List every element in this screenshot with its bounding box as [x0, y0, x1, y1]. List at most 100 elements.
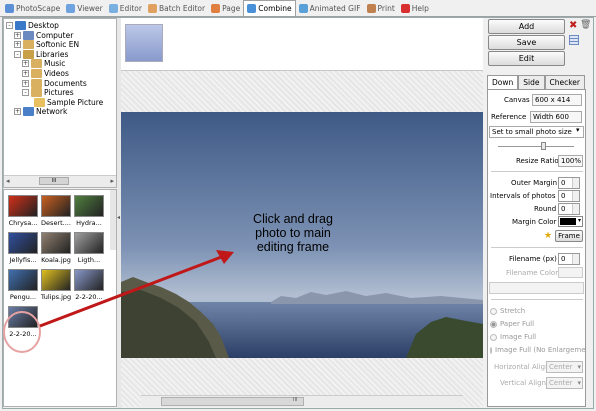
- tab-side[interactable]: Side: [518, 75, 545, 89]
- collapse-icon[interactable]: -: [14, 50, 21, 58]
- save-button[interactable]: Save: [488, 35, 565, 50]
- thumbnail-image[interactable]: [41, 232, 71, 254]
- thumbnail-image[interactable]: [74, 269, 104, 291]
- select-arrow-icon[interactable]: ▾: [576, 126, 580, 134]
- photo-thumbnail[interactable]: Chrysa...: [6, 195, 40, 227]
- frame-button[interactable]: Frame: [555, 230, 583, 242]
- tab-viewer[interactable]: Viewer: [63, 1, 106, 16]
- collapse-icon[interactable]: -: [6, 22, 13, 29]
- collapse-arrow-icon[interactable]: ◂: [117, 214, 120, 221]
- thumbnail-image[interactable]: [41, 195, 71, 217]
- down-settings-panel: Canvas 600 x 414 Reference Width 600 Set…: [487, 89, 586, 407]
- folder-icon: [34, 97, 45, 107]
- viewer-icon: [66, 4, 76, 13]
- tab-help[interactable]: Help: [398, 1, 432, 16]
- tab-label: Editor: [119, 4, 142, 13]
- thumbnail-image[interactable]: [8, 232, 38, 254]
- tab-down[interactable]: Down: [487, 75, 519, 89]
- slider-handle[interactable]: [541, 142, 546, 150]
- strip-photo-thumbnail[interactable]: [125, 24, 163, 62]
- filename-size-input[interactable]: 0: [558, 253, 580, 265]
- thumbnail-image[interactable]: [74, 232, 104, 254]
- tree-item[interactable]: + Softonic EN: [14, 40, 79, 50]
- clear-all-icon[interactable]: 🗑: [580, 20, 591, 30]
- radio-paper-full[interactable]: Paper Full: [490, 320, 534, 328]
- tab-print[interactable]: Print: [364, 1, 398, 16]
- tree-item[interactable]: - Pictures: [22, 88, 74, 98]
- tab-checker[interactable]: Checker: [544, 75, 586, 89]
- thumbnail-panel: Chrysa... Desert.... Hydra... Jellyfis... Ko…: [3, 189, 117, 407]
- canvas-scroll-thumb[interactable]: III: [293, 397, 297, 403]
- radio-stretch-dot[interactable]: [490, 307, 497, 315]
- thumbnail-vertical-scrollbar[interactable]: [110, 190, 116, 250]
- edit-button[interactable]: Edit: [488, 51, 565, 66]
- thumbnail-image[interactable]: [8, 269, 38, 291]
- add-button[interactable]: Add: [488, 19, 565, 34]
- intervals-input[interactable]: 0: [558, 190, 580, 202]
- tab-photoscape[interactable]: PhotoScape: [2, 1, 63, 16]
- tab-batch-editor[interactable]: Batch Editor: [145, 1, 208, 16]
- folder-tree[interactable]: ◂ III ▸ - Desktop + Computer + Softonic EN - Li…: [3, 18, 117, 188]
- tree-item[interactable]: + Network: [14, 107, 67, 117]
- photo-strip[interactable]: [121, 18, 483, 71]
- photo-thumbnail[interactable]: 2-2-20...: [72, 269, 106, 301]
- margin-color-picker[interactable]: ▾: [558, 216, 583, 227]
- expand-icon[interactable]: +: [22, 70, 29, 77]
- canvas-horizontal-scrollbar[interactable]: III: [141, 395, 463, 407]
- canvas-scroll-track[interactable]: [161, 397, 304, 406]
- thumbnail-image[interactable]: [8, 195, 38, 217]
- tab-editor[interactable]: Editor: [106, 1, 145, 16]
- size-preset-select[interactable]: Set to small photo size: [489, 126, 584, 138]
- photo-thumbnail[interactable]: Desert....: [39, 195, 73, 227]
- tree-item[interactable]: + Music: [22, 59, 65, 69]
- slider-track[interactable]: [498, 146, 574, 147]
- canvas-size-value: 600 x 414: [532, 94, 582, 106]
- outer-margin-input[interactable]: 0: [558, 177, 580, 189]
- radio-image-full-no-enlargement[interactable]: Image Full (No Enlargement): [490, 346, 586, 354]
- tab-combine[interactable]: Combine: [243, 0, 296, 16]
- tab-animated-gif[interactable]: Animated GIF: [296, 1, 364, 16]
- photo-thumbnail[interactable]: Koala.jpg: [39, 232, 73, 264]
- color-dropdown-icon[interactable]: ▾: [578, 217, 581, 224]
- radio-image-full-dot[interactable]: [490, 333, 497, 341]
- expand-icon[interactable]: +: [22, 60, 29, 68]
- tree-item[interactable]: - Desktop: [6, 21, 59, 30]
- thumbnail-image[interactable]: [74, 195, 104, 217]
- expand-icon[interactable]: +: [14, 31, 21, 39]
- radio-image-full-no-enlargement-dot[interactable]: [490, 346, 492, 354]
- tab-page[interactable]: Page: [208, 1, 243, 16]
- radio-image-full[interactable]: Image Full: [490, 333, 536, 341]
- photo-thumbnail[interactable]: Jellyfis...: [6, 232, 40, 264]
- tree-scroll-thumb[interactable]: III: [39, 177, 69, 185]
- scroll-left-icon[interactable]: ◂: [6, 177, 10, 185]
- photo-thumbnail[interactable]: 2-2-20...: [6, 306, 40, 338]
- tab-label: PhotoScape: [16, 4, 61, 13]
- list-view-icon[interactable]: [569, 35, 579, 45]
- collapse-icon[interactable]: -: [22, 89, 29, 97]
- tree-item[interactable]: + Videos: [22, 69, 69, 78]
- radio-stretch[interactable]: Stretch: [490, 307, 525, 315]
- vertical-align-select[interactable]: Center: [546, 377, 583, 389]
- star-icon[interactable]: ★: [544, 231, 552, 241]
- scroll-right-icon[interactable]: ▸: [110, 177, 114, 185]
- expand-icon[interactable]: +: [14, 108, 21, 116]
- expand-icon[interactable]: +: [14, 41, 21, 49]
- tree-item[interactable]: + Documents: [22, 78, 87, 88]
- photo-thumbnail[interactable]: Ligth...: [72, 232, 106, 264]
- filename-color-picker[interactable]: [558, 267, 583, 278]
- photo-thumbnail[interactable]: Tulips.jpg: [39, 269, 73, 301]
- thumbnail-image[interactable]: [8, 306, 38, 328]
- round-input[interactable]: 0: [558, 203, 580, 215]
- photo-thumbnail[interactable]: Hydra...: [72, 195, 106, 227]
- expand-icon[interactable]: +: [22, 79, 29, 87]
- thumbnail-image[interactable]: [41, 269, 71, 291]
- remove-icon[interactable]: ✖: [569, 20, 577, 31]
- tree-horizontal-scrollbar[interactable]: ◂ III ▸: [4, 175, 116, 187]
- tree-item[interactable]: Sample Picture: [34, 97, 103, 107]
- photo-thumbnail[interactable]: Pengu...: [6, 269, 40, 301]
- filename-font-box[interactable]: [489, 282, 584, 294]
- horizontal-align-select[interactable]: Center: [546, 361, 583, 373]
- radio-paper-full-dot[interactable]: [490, 320, 497, 328]
- tree-item[interactable]: + Computer: [14, 30, 73, 40]
- tree-item[interactable]: - Libraries: [14, 49, 68, 59]
